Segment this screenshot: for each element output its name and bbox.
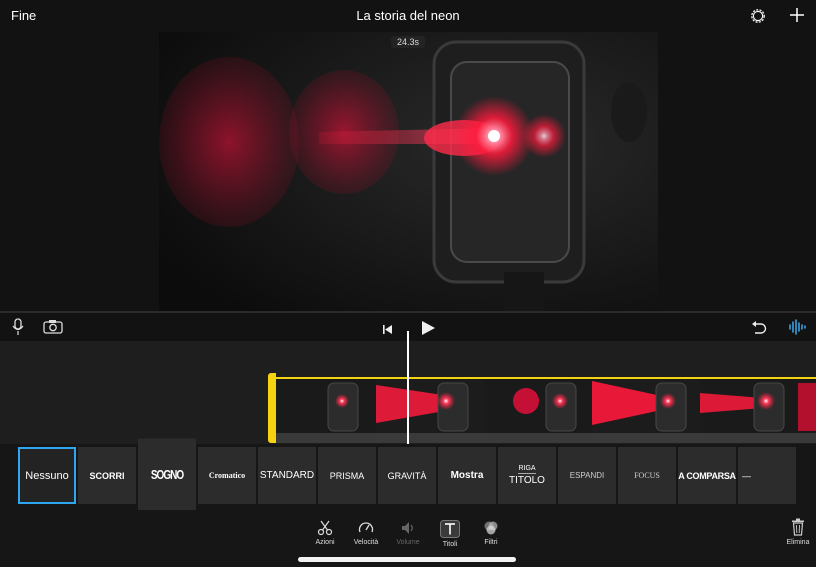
video-viewer: 24.3s	[0, 32, 816, 311]
title-style-label: SCORRI	[89, 470, 125, 481]
clip-audio-track	[276, 433, 816, 443]
speed-tool[interactable]: Velocità	[346, 520, 386, 546]
add-media-icon[interactable]	[789, 6, 805, 24]
playhead-time-badge: 24.3s	[391, 36, 426, 48]
title-style-label: ESPANDI	[569, 471, 605, 480]
title-style-nessuno[interactable]: Nessuno	[18, 447, 76, 504]
title-style-espandi[interactable]: ESPANDI	[558, 447, 616, 504]
video-clip[interactable]	[268, 373, 816, 443]
title-style-label-top: RIGA	[518, 465, 536, 474]
speed-label: Velocità	[353, 539, 379, 546]
audio-waveform-icon[interactable]	[788, 319, 806, 340]
title-style-prisma[interactable]: PRISMA	[318, 447, 376, 504]
volume-tool[interactable]: Volume	[388, 520, 428, 546]
title-style-label: A COMPARSA	[678, 470, 736, 481]
actions-label: Azioni	[315, 539, 335, 546]
clip-thumbnails	[276, 377, 816, 435]
project-title: La storia del neon	[356, 8, 460, 23]
title-style-label: Nessuno	[25, 469, 69, 482]
clip-trim-handle[interactable]	[268, 373, 276, 443]
actions-tool[interactable]: Azioni	[305, 520, 345, 546]
title-style-riga-titolo[interactable]: RIGA TITOLO	[498, 447, 556, 504]
trash-icon	[792, 518, 804, 536]
filters-icon	[484, 521, 498, 535]
title-style-sogno[interactable]: SOGNO	[138, 438, 196, 513]
title-style-scorri[interactable]: SCORRI	[78, 447, 136, 504]
title-style-label: —	[742, 470, 751, 481]
title-style-a-comparsa[interactable]: A COMPARSA	[678, 447, 736, 504]
title-text-icon	[440, 520, 460, 538]
title-style-standard[interactable]: STANDARD	[258, 447, 316, 504]
delete-label: Elimina	[786, 539, 810, 546]
delete-tool[interactable]: Elimina	[778, 518, 816, 546]
home-indicator[interactable]	[298, 557, 516, 562]
video-frame[interactable]	[159, 32, 658, 311]
title-style-label: STANDARD	[259, 470, 315, 481]
playhead-notch	[400, 313, 416, 322]
skip-to-start-icon[interactable]	[382, 322, 393, 340]
title-style-label: SOGNO	[150, 468, 184, 483]
filters-label: Filtri	[484, 539, 498, 546]
title-style-label: TITOLO	[509, 474, 545, 486]
title-style-label: PRISMA	[329, 470, 365, 481]
settings-gear-icon[interactable]	[749, 7, 767, 25]
scissors-icon	[317, 520, 333, 536]
title-style-more[interactable]: —	[738, 447, 796, 504]
title-style-label: Mostra	[450, 470, 484, 481]
title-style-label: GRAVITÀ	[387, 470, 427, 481]
title-style-mostra[interactable]: Mostra	[438, 447, 496, 504]
title-styles-strip: Nessuno SCORRI SOGNO Cromatico STANDARD …	[0, 438, 816, 513]
volume-label: Volume	[396, 539, 420, 546]
title-style-gravita[interactable]: GRAVITÀ	[378, 447, 436, 504]
titles-label: Titoli	[442, 541, 458, 548]
speaker-icon	[402, 522, 413, 534]
play-icon[interactable]	[421, 320, 436, 341]
filters-tool[interactable]: Filtri	[471, 520, 511, 546]
title-style-focus[interactable]: FOCUS	[618, 447, 676, 504]
microphone-icon[interactable]	[12, 318, 24, 341]
camera-icon[interactable]	[43, 319, 63, 339]
title-style-label: FOCUS	[634, 471, 660, 480]
undo-icon[interactable]	[751, 319, 767, 340]
playhead[interactable]	[407, 331, 409, 445]
title-style-label: Cromatico	[208, 471, 246, 480]
speedometer-icon	[358, 522, 374, 533]
title-style-cromatico[interactable]: Cromatico	[198, 447, 256, 504]
titles-tool[interactable]: Titoli	[430, 520, 470, 548]
